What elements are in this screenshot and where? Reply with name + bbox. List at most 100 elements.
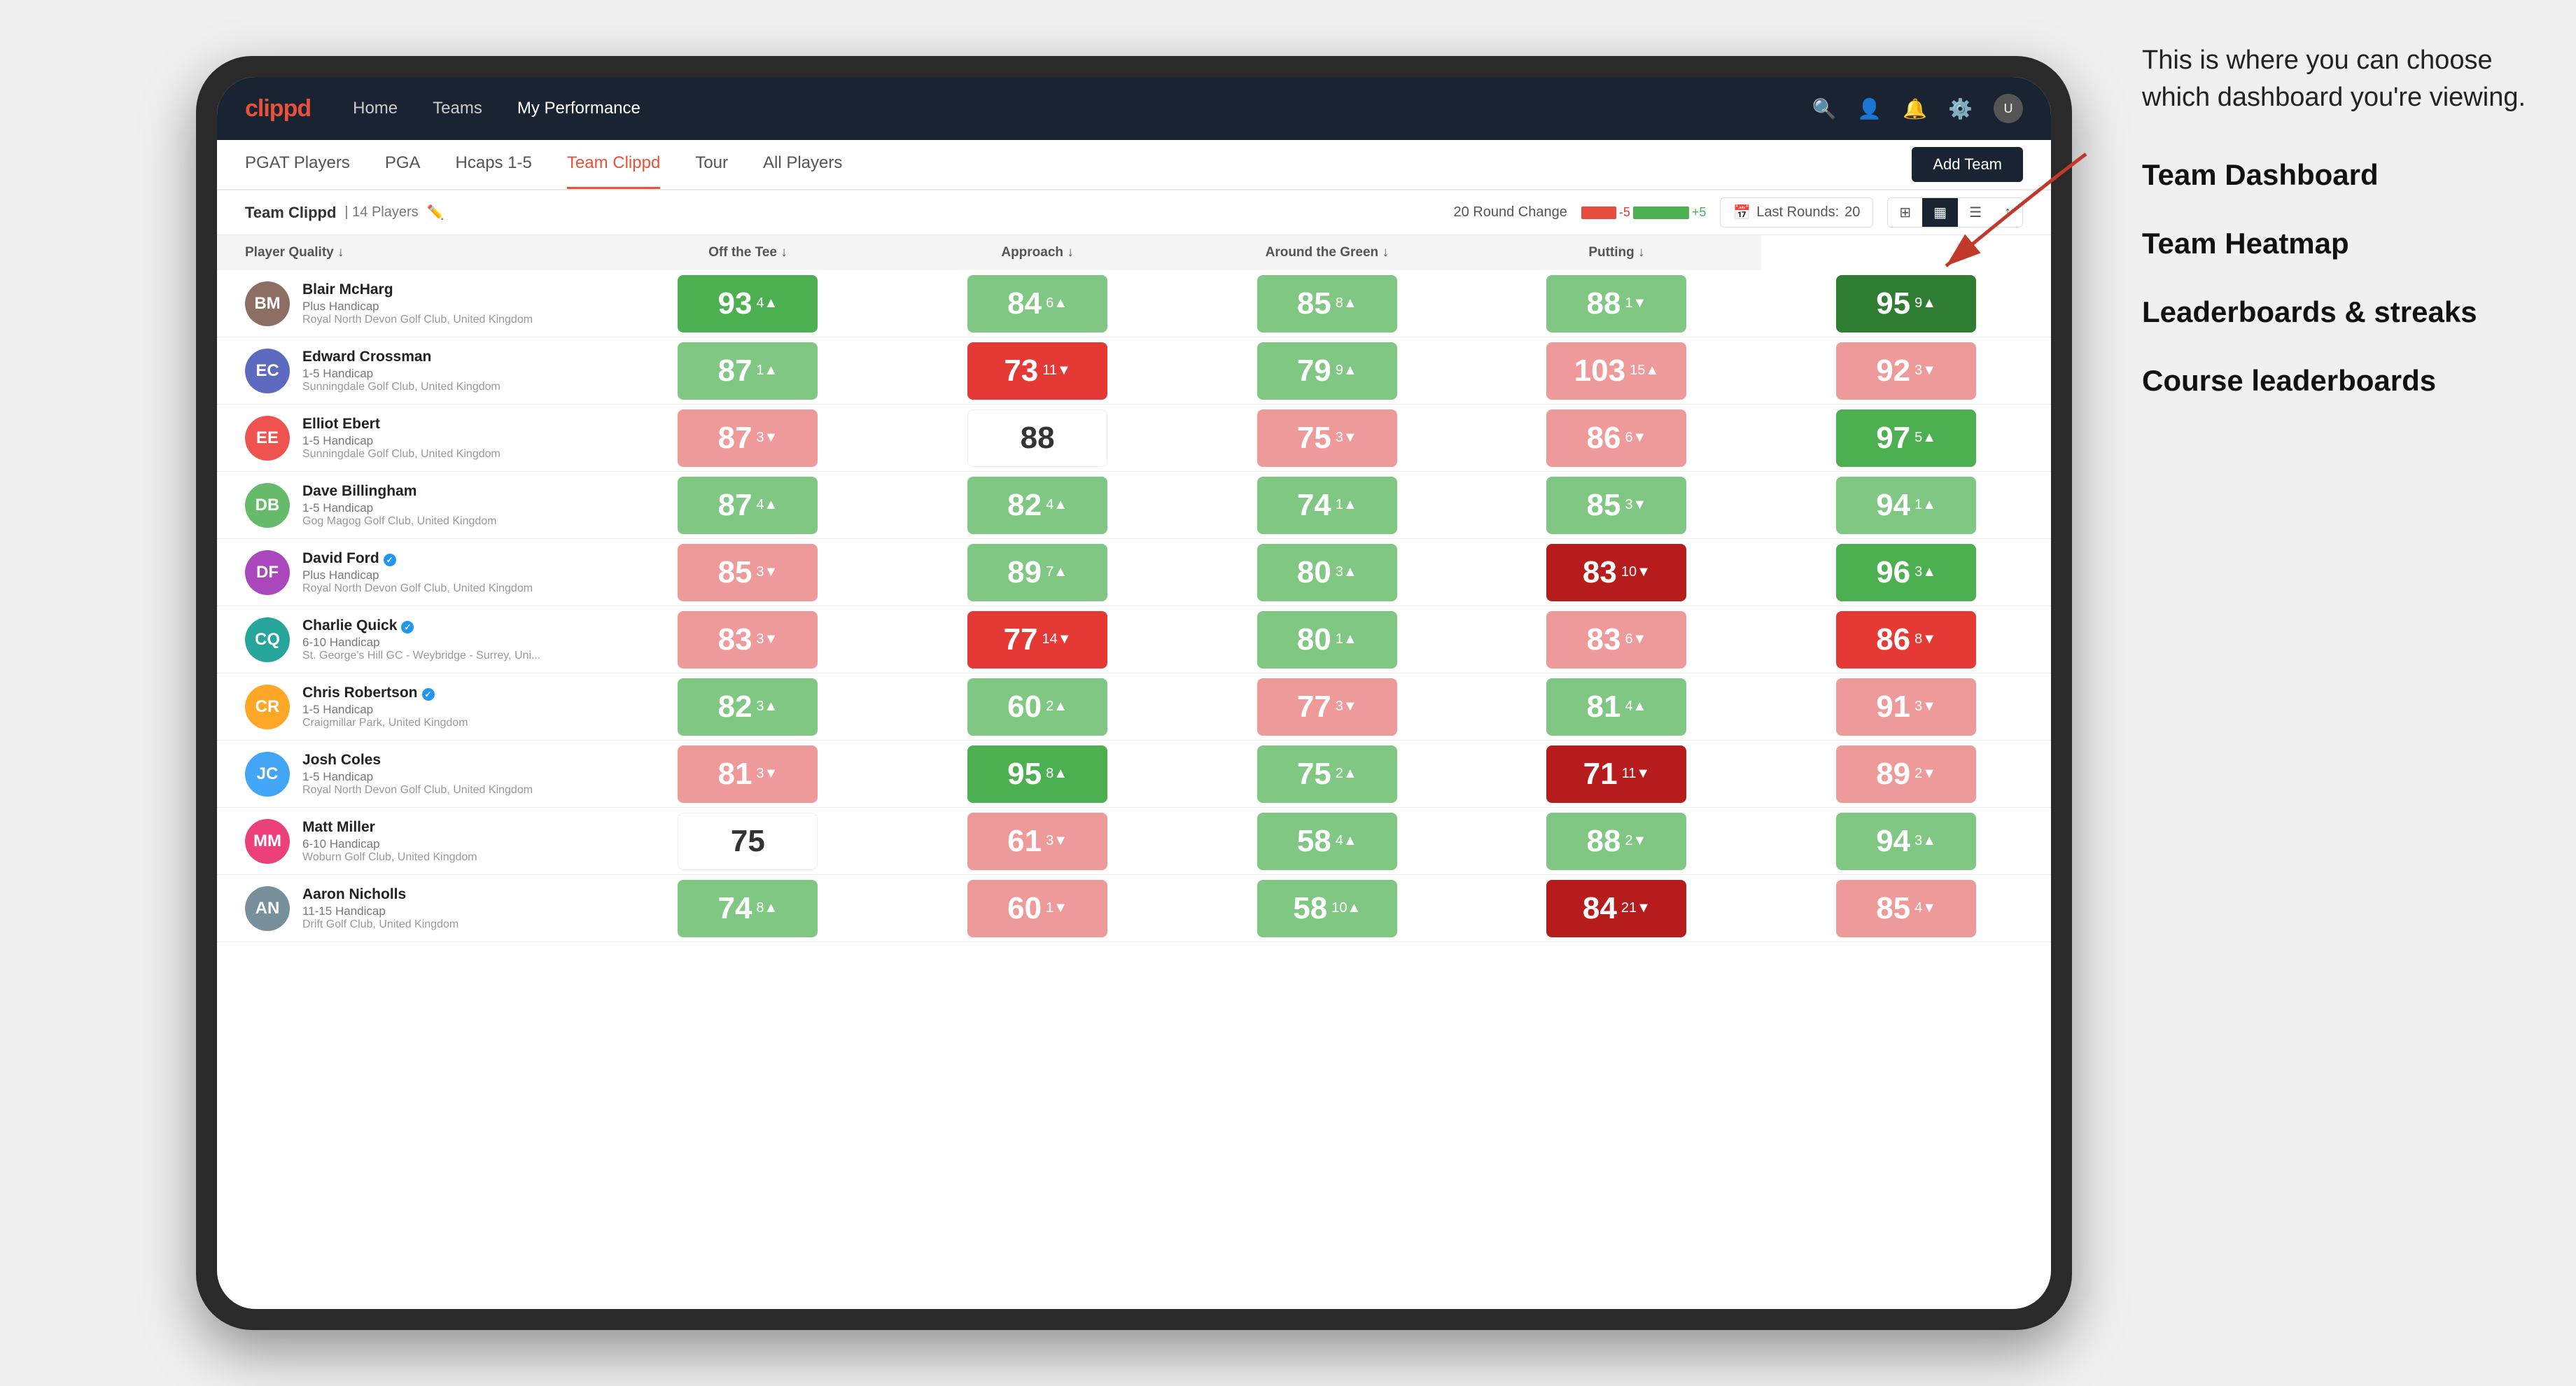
score-delta: 14▼ bbox=[1042, 631, 1072, 648]
player-avatar: EE bbox=[245, 416, 290, 461]
score-delta: 15▲ bbox=[1630, 363, 1659, 379]
player-avatar: DB bbox=[245, 483, 290, 528]
player-cell-3: DB Dave Billingham 1-5 Handicap Gog Mago… bbox=[217, 472, 603, 539]
player-club: Royal North Devon Golf Club, United King… bbox=[302, 314, 533, 326]
score-delta: 6▼ bbox=[1625, 430, 1646, 446]
score-cell-3-4: 94 1▲ bbox=[1761, 472, 2051, 539]
table-row[interactable]: EC Edward Crossman 1-5 Handicap Sunningd… bbox=[217, 337, 2051, 405]
score-value: 58 bbox=[1293, 891, 1327, 926]
th-around-green[interactable]: Around the Green ↓ bbox=[1182, 235, 1472, 270]
player-info: Blair McHarg Plus Handicap Royal North D… bbox=[302, 281, 533, 326]
tab-pgat-players[interactable]: PGAT Players bbox=[245, 140, 350, 189]
score-box: 79 9▲ bbox=[1257, 342, 1397, 400]
score-value: 80 bbox=[1297, 622, 1331, 657]
score-cell-2-0: 87 3▼ bbox=[603, 405, 893, 472]
th-approach[interactable]: Approach ↓ bbox=[892, 235, 1182, 270]
score-value: 74 bbox=[1297, 488, 1331, 523]
nav-my-performance[interactable]: My Performance bbox=[517, 99, 640, 118]
th-off-tee[interactable]: Off the Tee ↓ bbox=[603, 235, 893, 270]
nav-teams[interactable]: Teams bbox=[433, 99, 482, 118]
table-row[interactable]: EE Elliot Ebert 1-5 Handicap Sunningdale… bbox=[217, 405, 2051, 472]
score-delta: 21▼ bbox=[1621, 900, 1651, 916]
score-value: 79 bbox=[1297, 354, 1331, 388]
tab-team-clippd[interactable]: Team Clippd bbox=[567, 140, 660, 189]
tab-pga[interactable]: PGA bbox=[385, 140, 421, 189]
player-avatar: CR bbox=[245, 685, 290, 729]
score-box: 73 11▼ bbox=[967, 342, 1107, 400]
player-handicap: 6-10 Handicap bbox=[302, 636, 540, 650]
bell-icon[interactable]: 🔔 bbox=[1903, 97, 1927, 120]
score-box: 80 3▲ bbox=[1257, 544, 1397, 601]
score-cell-3-1: 82 4▲ bbox=[892, 472, 1182, 539]
round-change-label: 20 Round Change bbox=[1453, 204, 1567, 220]
score-box: 84 6▲ bbox=[967, 275, 1107, 332]
score-box: 91 3▼ bbox=[1836, 678, 1976, 736]
score-value: 91 bbox=[1876, 690, 1910, 724]
th-putting[interactable]: Putting ↓ bbox=[1472, 235, 1762, 270]
player-info: Dave Billingham 1-5 Handicap Gog Magog G… bbox=[302, 483, 496, 528]
score-value: 83 bbox=[718, 622, 752, 657]
score-box: 94 3▲ bbox=[1836, 813, 1976, 870]
score-box: 85 4▼ bbox=[1836, 880, 1976, 937]
score-box: 103 15▲ bbox=[1546, 342, 1686, 400]
score-value: 81 bbox=[1586, 690, 1620, 724]
avatar[interactable]: U bbox=[1994, 94, 2023, 123]
player-club: Sunningdale Golf Club, United Kingdom bbox=[302, 448, 500, 461]
score-cell-6-1: 60 2▲ bbox=[892, 673, 1182, 741]
user-icon[interactable]: 👤 bbox=[1857, 97, 1882, 120]
table-row[interactable]: MM Matt Miller 6-10 Handicap Woburn Golf… bbox=[217, 808, 2051, 875]
sub-nav: PGAT Players PGA Hcaps 1-5 Team Clippd T… bbox=[217, 140, 2051, 190]
edit-icon[interactable]: ✏️ bbox=[427, 204, 444, 221]
score-cell-4-3: 83 10▼ bbox=[1472, 539, 1762, 606]
player-info: Elliot Ebert 1-5 Handicap Sunningdale Go… bbox=[302, 416, 500, 461]
score-box: 88 2▼ bbox=[1546, 813, 1686, 870]
score-cell-0-1: 84 6▲ bbox=[892, 270, 1182, 337]
player-handicap: 6-10 Handicap bbox=[302, 837, 477, 851]
table-row[interactable]: BM Blair McHarg Plus Handicap Royal Nort… bbox=[217, 270, 2051, 337]
score-value: 77 bbox=[1004, 622, 1038, 657]
score-delta: 4▼ bbox=[1914, 900, 1936, 916]
score-box: 74 1▲ bbox=[1257, 477, 1397, 534]
verified-badge: ✓ bbox=[422, 688, 435, 701]
score-cell-1-0: 87 1▲ bbox=[603, 337, 893, 405]
player-club: Craigmillar Park, United Kingdom bbox=[302, 717, 468, 729]
score-delta: 10▲ bbox=[1331, 900, 1361, 916]
table-row[interactable]: CR Chris Robertson✓ 1-5 Handicap Craigmi… bbox=[217, 673, 2051, 741]
nav-home[interactable]: Home bbox=[353, 99, 398, 118]
table-row[interactable]: AN Aaron Nicholls 11-15 Handicap Drift G… bbox=[217, 875, 2051, 942]
table-row[interactable]: DF David Ford✓ Plus Handicap Royal North… bbox=[217, 539, 2051, 606]
score-cell-8-2: 58 4▲ bbox=[1182, 808, 1472, 875]
player-cell-5: CQ Charlie Quick✓ 6-10 Handicap St. Geor… bbox=[217, 606, 603, 673]
score-delta: 3▼ bbox=[1336, 699, 1357, 715]
red-arrow bbox=[1890, 140, 2100, 294]
annotation-area: This is where you can choose which dashb… bbox=[2142, 42, 2548, 433]
score-delta: 8▼ bbox=[1914, 631, 1936, 648]
score-delta: 4▲ bbox=[756, 497, 778, 513]
search-icon[interactable]: 🔍 bbox=[1812, 97, 1837, 120]
table-row[interactable]: DB Dave Billingham 1-5 Handicap Gog Mago… bbox=[217, 472, 2051, 539]
team-info-bar: Team Clippd | 14 Players ✏️ 20 Round Cha… bbox=[217, 190, 2051, 235]
table-row[interactable]: JC Josh Coles 1-5 Handicap Royal North D… bbox=[217, 741, 2051, 808]
round-change-bar: -5 +5 bbox=[1581, 205, 1707, 220]
score-box: 58 10▲ bbox=[1257, 880, 1397, 937]
score-cell-1-3: 103 15▲ bbox=[1472, 337, 1762, 405]
score-value: 85 bbox=[718, 555, 752, 590]
annotation-item-3: Leaderboards & streaks bbox=[2142, 295, 2548, 329]
score-value: 89 bbox=[1876, 757, 1910, 792]
score-box: 75 2▲ bbox=[1257, 746, 1397, 803]
score-value: 84 bbox=[1583, 891, 1617, 926]
verified-badge: ✓ bbox=[384, 554, 396, 566]
tab-tour[interactable]: Tour bbox=[695, 140, 728, 189]
player-cell-8: MM Matt Miller 6-10 Handicap Woburn Golf… bbox=[217, 808, 603, 875]
neg-value: -5 bbox=[1619, 205, 1630, 220]
table-body: BM Blair McHarg Plus Handicap Royal Nort… bbox=[217, 270, 2051, 942]
tab-all-players[interactable]: All Players bbox=[763, 140, 842, 189]
score-cell-2-3: 86 6▼ bbox=[1472, 405, 1762, 472]
tab-hcaps[interactable]: Hcaps 1-5 bbox=[456, 140, 532, 189]
last-rounds-button[interactable]: 📅 Last Rounds: 20 bbox=[1720, 197, 1873, 227]
table-row[interactable]: CQ Charlie Quick✓ 6-10 Handicap St. Geor… bbox=[217, 606, 2051, 673]
score-delta: 1▲ bbox=[1336, 631, 1357, 648]
score-cell-2-1: 88 bbox=[892, 405, 1182, 472]
settings-icon[interactable]: ⚙️ bbox=[1948, 97, 1973, 120]
player-name: Chris Robertson✓ bbox=[302, 685, 468, 701]
